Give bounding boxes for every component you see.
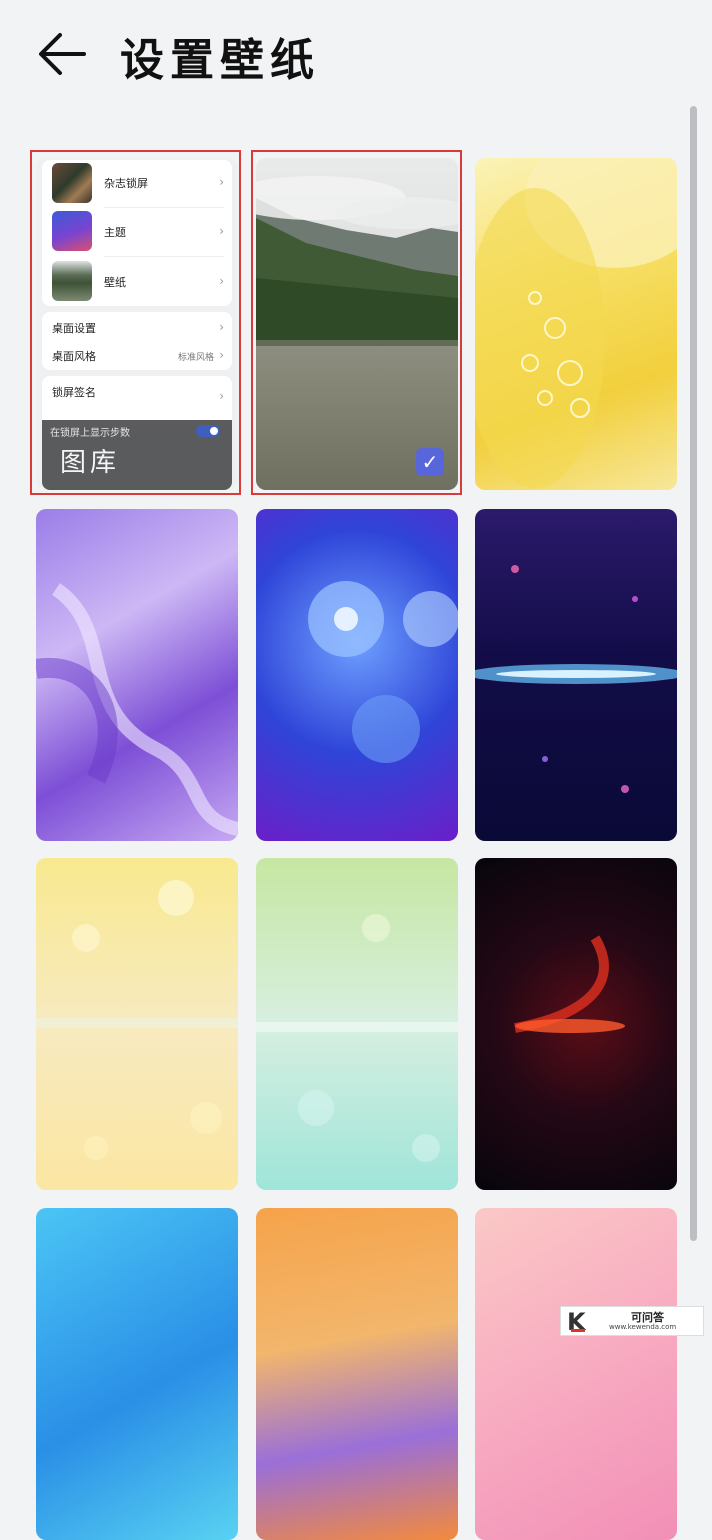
desktop-card: 桌面设置 › 桌面风格 标准风格 › (42, 312, 232, 370)
shortcut-card: 杂志锁屏 › 主题 › 壁纸 › (42, 160, 232, 306)
gallery-label: 图库 (60, 448, 121, 478)
row-label: 主题 (104, 226, 126, 239)
blue-flower-image (308, 581, 458, 763)
purple-smoke-image (36, 583, 238, 836)
wallpaper-galaxy-glitter[interactable] (475, 509, 677, 841)
wallpaper-blue-petal[interactable] (36, 1208, 238, 1540)
magazine-thumb (52, 163, 92, 203)
row-value: 标准风格 (177, 353, 214, 363)
watermark-logo: K (567, 1308, 586, 1336)
wallpaper-pink-flower[interactable] (475, 1208, 677, 1540)
red-glitter-image (514, 935, 625, 1033)
yellow-bokeh-image (36, 880, 238, 1160)
chevron-right-icon: › (219, 224, 224, 238)
wallpaper-red-glitter[interactable] (475, 858, 677, 1190)
row-magazine-lock[interactable]: 杂志锁屏 › (42, 160, 232, 206)
mint-bokeh-image (256, 914, 458, 1162)
row-wallpaper[interactable]: 壁纸 › (42, 258, 232, 304)
mountain-lake-image (256, 158, 458, 490)
divider (104, 256, 224, 257)
row-label: 壁纸 (104, 276, 126, 289)
row-desktop-style[interactable]: 桌面风格 标准风格 › (42, 341, 232, 370)
watermark-url: www.kewenda.com (609, 1323, 677, 1331)
galaxy-glitter-image (475, 565, 677, 793)
wallpaper-thumb (52, 261, 92, 301)
theme-thumb (52, 211, 92, 251)
arrow-left-icon (39, 33, 86, 75)
row-label: 桌面设置 (52, 322, 96, 335)
step-count-toggle[interactable] (196, 425, 220, 437)
back-button[interactable] (34, 28, 90, 80)
wallpaper-mint-bokeh[interactable] (256, 858, 458, 1190)
chevron-right-icon: › (219, 274, 224, 288)
yellow-petal-image (475, 158, 677, 488)
row-label: 桌面风格 (52, 350, 96, 363)
row-label: 杂志锁屏 (104, 177, 148, 190)
scrollbar[interactable] (690, 106, 697, 1241)
signature-card[interactable]: 锁屏签名 › (42, 376, 232, 426)
wallpaper-blue-flower[interactable] (256, 509, 458, 841)
check-icon: ✓ (416, 448, 444, 476)
site-watermark: K 可问答 www.kewenda.com (560, 1306, 704, 1336)
chevron-right-icon: › (219, 389, 224, 403)
header: 设置壁纸 (0, 0, 712, 120)
row-desktop-settings[interactable]: 桌面设置 › (42, 312, 232, 341)
wallpaper-orange-painting[interactable] (256, 1208, 458, 1540)
chevron-right-icon: › (219, 175, 224, 189)
wallpaper-yellow-petal[interactable] (475, 158, 677, 490)
divider (104, 207, 224, 208)
gallery-tile[interactable]: 杂志锁屏 › 主题 › 壁纸 › 桌面设置 › 桌面风格 标准风格 › 锁屏签名… (36, 158, 238, 490)
chevron-right-icon: › (219, 320, 224, 334)
wallpaper-purple-smoke[interactable] (36, 509, 238, 841)
lock-signature-label: 锁屏签名 (52, 386, 96, 399)
wallpaper-yellow-bokeh[interactable] (36, 858, 238, 1190)
gallery-footer: 在锁屏上显示步数 图库 (42, 420, 232, 490)
wallpaper-mountain-lake[interactable]: ✓ (256, 158, 458, 490)
chevron-right-icon: › (219, 348, 224, 362)
step-count-label: 在锁屏上显示步数 (50, 428, 130, 439)
row-theme[interactable]: 主题 › (42, 209, 232, 255)
page-title: 设置壁纸 (120, 35, 320, 86)
